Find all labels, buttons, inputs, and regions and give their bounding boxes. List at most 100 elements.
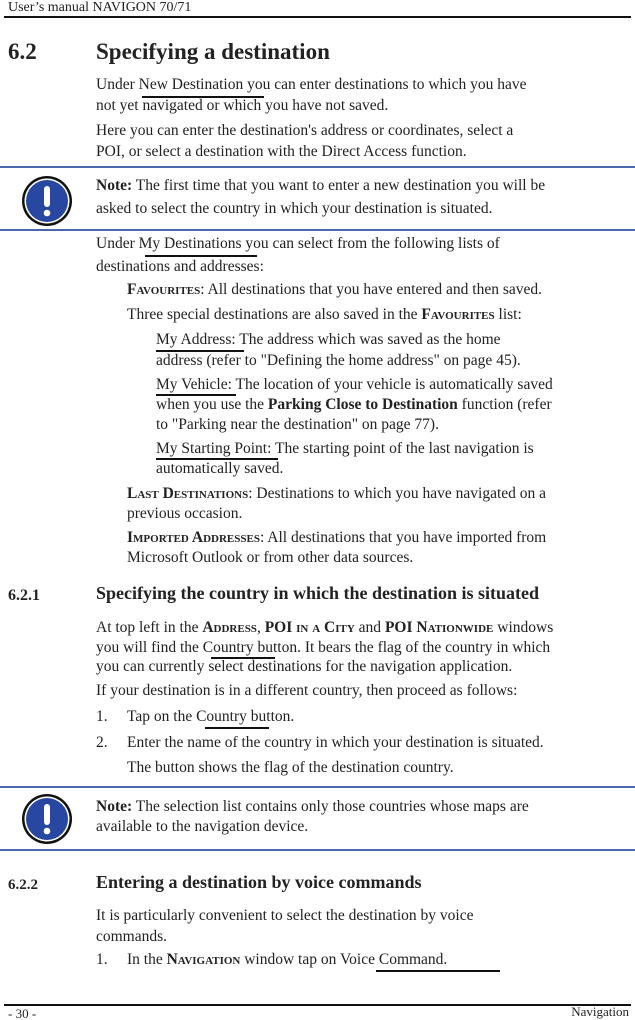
text: available to the navigation device.	[96, 818, 309, 835]
paragraph-line: you can currently select destinations fo…	[96, 658, 513, 675]
new-destination-link[interactable]: New Destination	[139, 76, 244, 93]
address-window-label: Address	[202, 619, 257, 636]
text: : All destinations that you have importe…	[259, 529, 547, 546]
paragraph-line: POI, or select a destination with the Di…	[96, 143, 467, 160]
text: and	[354, 619, 385, 636]
paragraph: Three special destinations are also save…	[127, 305, 522, 324]
my-address-item: My Address: The address which was saved …	[156, 330, 501, 349]
text: In the	[127, 951, 167, 968]
link-underline	[205, 727, 269, 729]
page-number: - 30 -	[8, 1006, 37, 1020]
text: Three special destinations are also save…	[127, 306, 422, 323]
manual-header-title: User’s manual NAVIGON 70/71	[8, 0, 192, 15]
parking-function-name: Parking Close to Destination	[267, 396, 458, 413]
paragraph: Under New Destination you can enter dest…	[96, 75, 526, 94]
imported-addresses-item: Imported Addresses: All destinations tha…	[127, 528, 546, 547]
favourites-label: Favourites	[421, 306, 495, 323]
my-address-link[interactable]: My Address:	[156, 331, 236, 348]
paragraph-line: If your destination is in a different co…	[96, 682, 518, 699]
section-number: 6.2	[8, 39, 37, 64]
favourites-item: Favourites: All destinations that you ha…	[127, 280, 542, 299]
section-title: Specifying the country in which the dest…	[96, 583, 540, 603]
imported-addresses-label: Imported Addresses	[127, 529, 260, 546]
text: At top left in the	[96, 619, 203, 636]
note-label: Note:	[96, 177, 133, 194]
paragraph-line: It is particularly convenient to select …	[96, 907, 474, 924]
text: when you use the	[156, 396, 268, 413]
note-text: Note: The first time that you want to en…	[96, 174, 545, 220]
text: you can select from the following lists …	[241, 235, 500, 252]
paragraph-line: not yet navigated or which you have not …	[96, 97, 389, 114]
text: Enter the name of the country in which y…	[127, 734, 544, 751]
step-number: 2.	[96, 734, 108, 751]
note-bottom-rule	[0, 849, 635, 851]
paragraph-line: address (refer to "Defining the home add…	[156, 352, 521, 369]
note-text: Note: The selection list contains only t…	[96, 797, 529, 837]
step-number: 1.	[96, 951, 108, 968]
last-destinations-label: Last Destinations	[127, 485, 249, 502]
my-vehicle-item: My Vehicle: The location of your vehicle…	[156, 375, 553, 394]
text: you can enter destinations to which you …	[243, 76, 527, 93]
text: function (refer	[457, 396, 552, 413]
text: ,	[256, 619, 265, 636]
text: : The location of your vehicle is automa…	[227, 376, 553, 393]
text: : All destinations that you have entered…	[200, 281, 543, 298]
paragraph-line: when you use the Parking Close to Destin…	[156, 395, 552, 414]
note-top-rule	[0, 166, 635, 168]
text: button.	[246, 708, 295, 725]
text: The selection list contains only those c…	[132, 798, 529, 815]
footer-section-name: Navigation	[571, 1004, 629, 1019]
text: windows	[493, 619, 554, 636]
text: The address which was saved as the home	[235, 331, 501, 348]
country-button-link[interactable]: Country	[203, 639, 254, 656]
my-destinations-link[interactable]: My Destinations	[139, 235, 242, 252]
paragraph-line: At top left in the Address, POI in a Cit…	[96, 618, 553, 637]
text: list:	[494, 306, 522, 323]
paragraph-line: destinations and addresses:	[96, 258, 264, 275]
note-bottom-rule	[0, 229, 635, 231]
text: Under	[96, 76, 139, 93]
step-item: 1. In the Navigation window tap on Voice …	[96, 950, 447, 969]
paragraph-line: automatically saved.	[156, 460, 284, 477]
paragraph-line: previous occasion.	[127, 505, 243, 522]
paragraph-line: commands.	[96, 928, 168, 945]
footer-rule	[4, 1004, 631, 1006]
step-number: 1.	[96, 708, 108, 725]
my-starting-point-item: My Starting Point: The starting point of…	[156, 439, 534, 458]
last-destinations-item: Last Destinations: Destinations to which…	[127, 484, 546, 503]
text: window tap on	[240, 951, 340, 968]
note-top-rule	[0, 786, 635, 788]
paragraph-line: you will find the Country button. It bea…	[96, 638, 550, 657]
exclamation-icon	[21, 175, 73, 227]
navigation-window-label: Navigation	[166, 951, 241, 968]
my-starting-point-link[interactable]: My Starting Point:	[156, 440, 271, 457]
poi-in-a-city-window-label: POI in a City	[264, 619, 355, 636]
paragraph-line: Here you can enter the destination's add…	[96, 122, 514, 139]
paragraph: Under My Destinations you can select fro…	[96, 234, 500, 253]
text: button. It bears the flag of the country…	[253, 639, 551, 656]
paragraph-line: to "Parking near the destination" on pag…	[156, 416, 439, 433]
step-result: The button shows the flag of the destina…	[127, 759, 454, 776]
text: The first time that you want to enter a …	[132, 177, 546, 194]
text: Under	[96, 235, 139, 252]
my-vehicle-link[interactable]: My Vehicle	[156, 376, 228, 393]
step-item: 2. Enter the name of the country in which…	[96, 733, 544, 752]
section-title: Specifying a destination	[96, 39, 330, 64]
poi-nationwide-window-label: POI Nationwide	[384, 619, 494, 636]
section-title: Entering a destination by voice commands	[96, 872, 422, 892]
link-underline	[376, 970, 500, 972]
voice-command-link[interactable]: Voice Command.	[340, 951, 447, 968]
note-label: Note:	[96, 798, 133, 815]
section-number: 6.2.2	[8, 877, 38, 893]
section-number: 6.2.1	[8, 587, 40, 604]
text: The starting point of the last navigatio…	[271, 440, 534, 457]
step-item: 1. Tap on the Country button.	[96, 707, 294, 726]
favourites-label: Favourites	[127, 281, 201, 298]
country-button-link[interactable]: Country	[196, 708, 247, 725]
text: asked to select the country in which you…	[96, 200, 493, 217]
header-rule	[4, 16, 631, 18]
paragraph-line: Microsoft Outlook or from other data sou…	[127, 549, 414, 566]
text: Tap on the	[127, 708, 197, 725]
text: : Destinations to which you have navigat…	[248, 485, 547, 502]
text: you will find the	[96, 639, 203, 656]
